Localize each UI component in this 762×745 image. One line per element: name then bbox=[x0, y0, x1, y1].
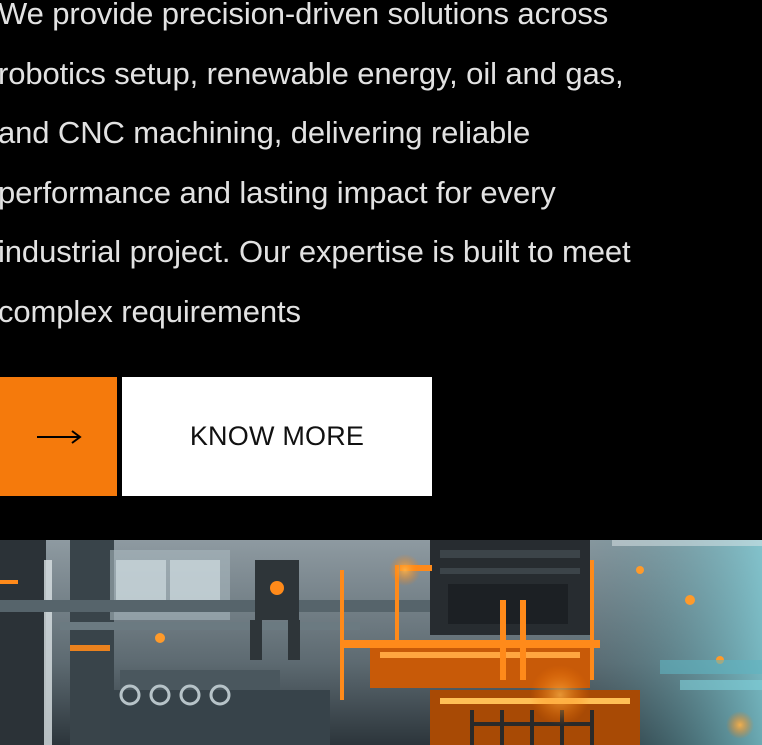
arrow-button[interactable] bbox=[0, 377, 117, 496]
page: We provide precision-driven solutions ac… bbox=[0, 0, 762, 745]
intro-paragraph: We provide precision-driven solutions ac… bbox=[0, 0, 631, 329]
arrow-right-icon bbox=[36, 429, 82, 444]
hero-image-industrial-robotics bbox=[0, 540, 762, 745]
know-more-button[interactable]: KNOW MORE bbox=[122, 377, 432, 496]
